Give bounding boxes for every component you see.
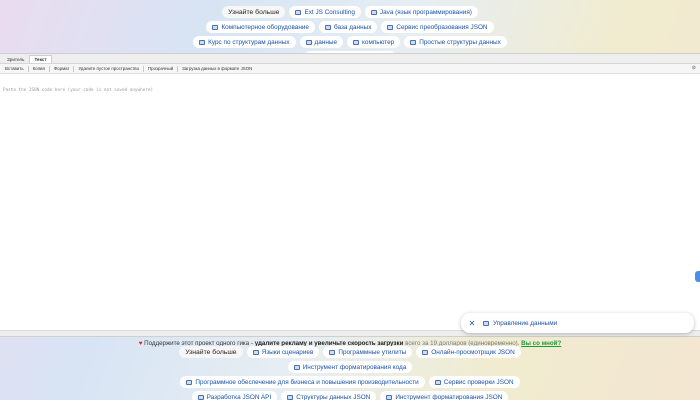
- chip-label: Узнайте больше: [185, 348, 237, 356]
- toolbar-right-icon[interactable]: ⊘: [692, 65, 696, 71]
- bottom-ad-chips: Узнайте больше Языки сценариев Программные…: [0, 346, 700, 400]
- ad-chip[interactable]: Онлайн-просмотрщик JSON: [416, 346, 521, 358]
- chip-label: Сервис проверки JSON: [443, 378, 514, 386]
- chip-label: Узнайте больше: [228, 8, 280, 16]
- ad-chip[interactable]: данные: [299, 36, 344, 48]
- ad-icon: [212, 24, 219, 30]
- tab-viewer[interactable]: Зритель: [2, 55, 29, 63]
- paste-button[interactable]: Вставить: [3, 66, 26, 71]
- ad-icon: [410, 39, 417, 45]
- chip-label: Инструмент форматирования JSON: [395, 393, 503, 400]
- json-text-area[interactable]: Paste the JSON code here (your code is n…: [0, 76, 700, 330]
- ad-icon: [353, 39, 360, 45]
- ad-chip[interactable]: Сервис проверки JSON: [428, 376, 520, 388]
- chip-label: Курс по структурам данных: [208, 38, 290, 46]
- ad-icon: [252, 349, 259, 355]
- chip-label: Компьютерное оборудование: [221, 23, 309, 31]
- ad-icon: [295, 9, 302, 15]
- toolbar-divider: [27, 65, 29, 72]
- toolbar-divider: [143, 65, 145, 72]
- load-json-button[interactable]: Загрузка данных в формате JSON: [180, 66, 254, 71]
- ad-icon: [387, 24, 394, 30]
- close-icon[interactable]: ✕: [467, 319, 477, 328]
- toolbar-divider: [48, 65, 50, 72]
- ad-chip[interactable]: Курс по структурам данных: [193, 36, 296, 48]
- ad-icon: [186, 379, 193, 385]
- ad-chip[interactable]: Простые структуры данных: [404, 36, 507, 48]
- ad-chip[interactable]: Структуры данных JSON: [281, 391, 377, 400]
- ad-icon: [370, 9, 377, 15]
- chip-label: Структуры данных JSON: [296, 393, 371, 400]
- chip-label: Простые структуры данных: [419, 38, 501, 46]
- editor-toolbar: Вставить Копия Формат Удалите пустое про…: [0, 64, 700, 74]
- top-ad-chips: Узнайте больше Ext JS Consulting Java (язы…: [0, 6, 700, 63]
- ad-chip[interactable]: Компьютерное оборудование: [206, 21, 315, 33]
- clear-button[interactable]: Прозрачный: [146, 66, 175, 71]
- ad-icon: [199, 39, 206, 45]
- chip-label: Ext JS Consulting: [304, 8, 355, 16]
- ad-icon: [293, 364, 300, 370]
- format-button[interactable]: Формат: [52, 66, 72, 71]
- chip-label: Программное обеспечение для бизнеса и по…: [195, 378, 419, 386]
- chip-label: компьютер: [362, 38, 395, 46]
- chip-label: Языки сценариев: [261, 348, 314, 356]
- ad-chip[interactable]: база данных: [319, 21, 378, 33]
- tab-text[interactable]: Текст: [29, 55, 52, 63]
- ad-icon: [325, 24, 331, 30]
- ad-chip[interactable]: Ext JS Consulting: [289, 6, 361, 18]
- learn-more-chip[interactable]: Узнайте больше: [222, 6, 286, 18]
- ad-chip[interactable]: компьютер: [347, 36, 401, 48]
- ad-chip[interactable]: Языки сценариев: [246, 346, 320, 358]
- ad-icon: [422, 349, 429, 355]
- chip-label: Разработка JSON API: [206, 393, 272, 400]
- ad-chip[interactable]: Программные утилиты: [323, 346, 413, 358]
- data-management-panel: ✕ Управление данными: [461, 313, 694, 333]
- ad-icon: [305, 39, 312, 45]
- editor-placeholder: Paste the JSON code here (your code is n…: [3, 88, 154, 93]
- panel-title: Управление данными: [493, 319, 558, 327]
- ad-icon: [329, 349, 336, 355]
- ad-chip[interactable]: Программное обеспечение для бизнеса и по…: [180, 376, 425, 388]
- ad-icon: [287, 394, 294, 400]
- toolbar-divider: [177, 65, 179, 72]
- ad-chip[interactable]: Инструмент форматирования JSON: [380, 391, 509, 400]
- ad-chip[interactable]: Инструмент форматирования кода: [287, 361, 413, 373]
- ad-icon: [197, 394, 204, 400]
- learn-more-chip[interactable]: Узнайте больше: [179, 346, 243, 358]
- ad-chip[interactable]: Java (язык программирования): [364, 6, 478, 18]
- json-editor: Зритель Текст Вставить Копия Формат Удал…: [0, 53, 700, 337]
- copy-button[interactable]: Копия: [31, 66, 47, 71]
- chip-label: данные: [314, 38, 338, 46]
- remove-whitespace-button[interactable]: Удалите пустое пространство: [76, 66, 141, 71]
- side-feedback-tab[interactable]: [695, 271, 700, 282]
- chip-label: база данных: [334, 23, 372, 31]
- chip-label: Программные утилиты: [338, 348, 407, 356]
- ad-chip[interactable]: Разработка JSON API: [191, 391, 278, 400]
- data-management-link[interactable]: Управление данными: [483, 320, 557, 327]
- toolbar-divider: [73, 65, 75, 72]
- ad-icon: [434, 379, 441, 385]
- chip-label: Инструмент форматирования кода: [302, 363, 407, 371]
- chip-label: Сервис преобразования JSON: [396, 23, 488, 31]
- chip-label: Java (язык программирования): [379, 8, 472, 16]
- ad-icon: [483, 320, 489, 326]
- ad-icon: [386, 394, 393, 400]
- chip-label: Онлайн-просмотрщик JSON: [431, 348, 515, 356]
- editor-tabs: Зритель Текст: [0, 54, 700, 64]
- ad-chip[interactable]: Сервис преобразования JSON: [381, 21, 494, 33]
